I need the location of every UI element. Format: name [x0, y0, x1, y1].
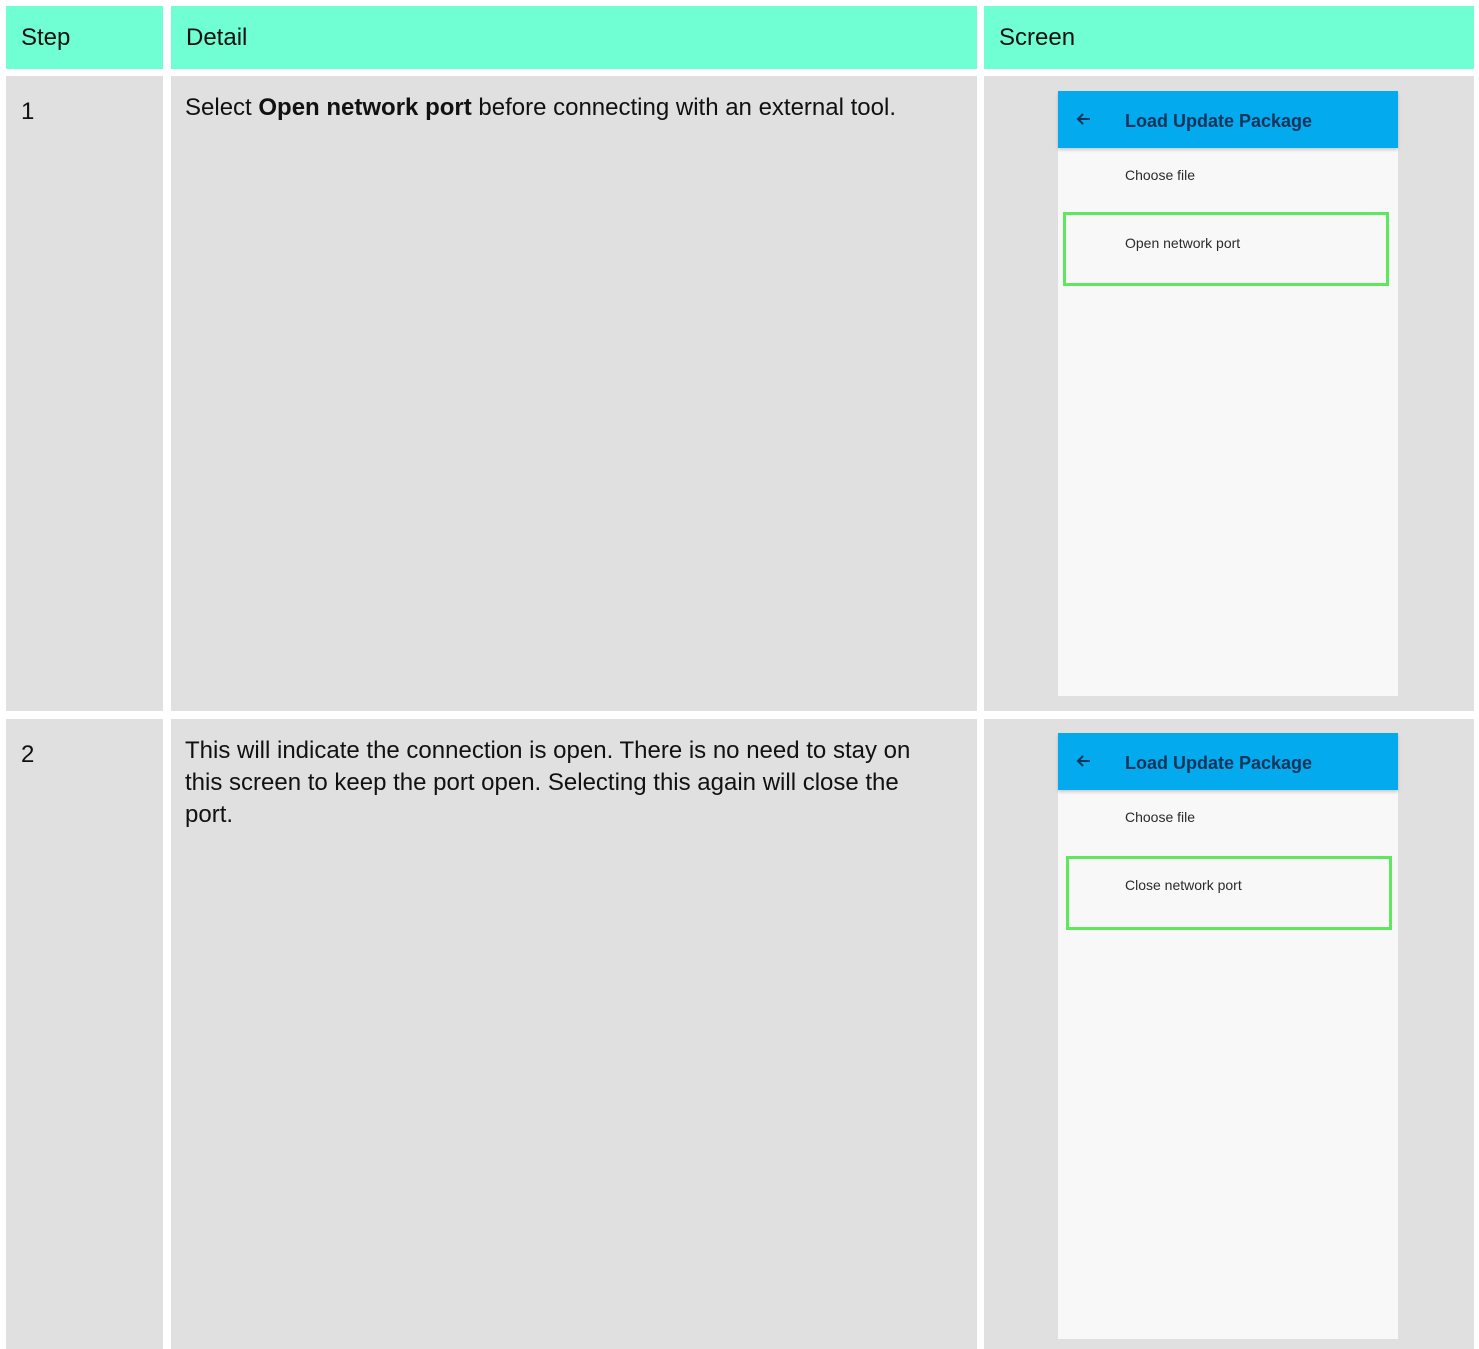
row1-detail: Select Open network port before connecti… [171, 76, 977, 711]
row1-detail-text-before: Select [185, 94, 259, 121]
row2-step: 2 [6, 719, 163, 1349]
phone-screenshot: Load Update Package Choose file Open net… [1058, 91, 1398, 696]
row1-detail-bold: Open network port [258, 94, 472, 121]
row1-step: 1 [6, 76, 163, 711]
highlight-box [1063, 212, 1389, 286]
row2-screen: Load Update Package Choose file Close ne… [984, 719, 1474, 1349]
app-bar: Load Update Package [1058, 733, 1398, 790]
app-bar-title: Load Update Package [1125, 111, 1313, 131]
row1-detail-text-after: before connecting with an external tool. [471, 94, 896, 121]
app-bar: Load Update Package [1058, 91, 1398, 148]
header-screen: Screen [984, 6, 1474, 69]
row1-screen: Load Update Package Choose file Open net… [984, 76, 1474, 711]
phone-screenshot: Load Update Package Choose file Close ne… [1058, 733, 1398, 1339]
arrow-left-icon[interactable] [1074, 751, 1094, 771]
highlight-box [1066, 856, 1392, 930]
header-detail: Detail [171, 6, 977, 69]
choose-file-item[interactable]: Choose file [1125, 167, 1195, 183]
app-bar-title: Load Update Package [1125, 753, 1313, 773]
header-step: Step [6, 6, 163, 69]
arrow-left-icon[interactable] [1074, 109, 1094, 129]
row2-detail: This will indicate the connection is ope… [171, 719, 977, 1349]
choose-file-item[interactable]: Choose file [1125, 809, 1195, 825]
